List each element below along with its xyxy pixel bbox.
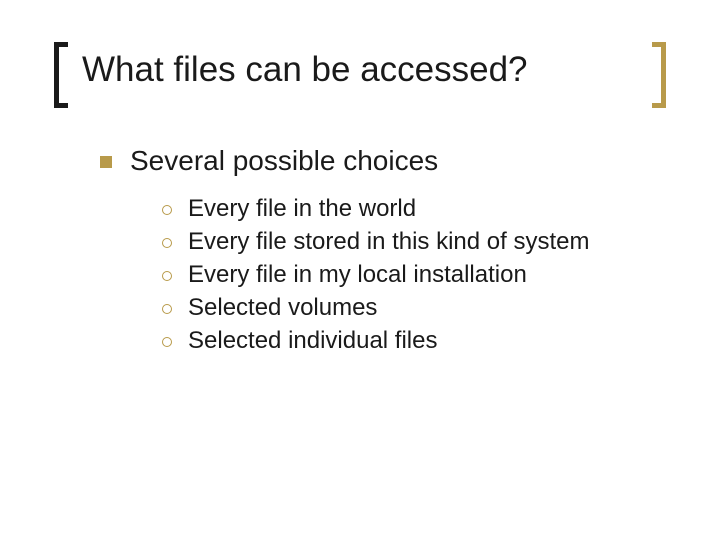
list-item: Several possible choices	[100, 145, 660, 177]
list-item-label: Every file in the world	[188, 195, 416, 223]
list-item: Every file in the world	[162, 195, 660, 223]
square-bullet-icon	[100, 156, 112, 168]
bracket-left-icon	[54, 42, 68, 108]
section-heading: Several possible choices	[130, 145, 438, 177]
bracket-right-icon	[652, 42, 666, 108]
circle-bullet-icon	[162, 271, 172, 281]
sub-list: Every file in the world Every file store…	[100, 191, 660, 355]
circle-bullet-icon	[162, 337, 172, 347]
slide-title: What files can be accessed?	[60, 50, 660, 90]
title-container: What files can be accessed?	[60, 50, 660, 90]
list-item-label: Every file stored in this kind of system	[188, 228, 589, 256]
circle-bullet-icon	[162, 304, 172, 314]
list-item: Every file in my local installation	[162, 261, 660, 289]
list-item: Every file stored in this kind of system	[162, 228, 660, 256]
list-item-label: Every file in my local installation	[188, 261, 527, 289]
slide: What files can be accessed? Several poss…	[0, 0, 720, 540]
list-item: Selected volumes	[162, 294, 660, 322]
list-item-label: Selected individual files	[188, 327, 437, 355]
circle-bullet-icon	[162, 205, 172, 215]
list-item-label: Selected volumes	[188, 294, 377, 322]
circle-bullet-icon	[162, 238, 172, 248]
slide-body: Several possible choices Every file in t…	[60, 145, 660, 355]
list-item: Selected individual files	[162, 327, 660, 355]
